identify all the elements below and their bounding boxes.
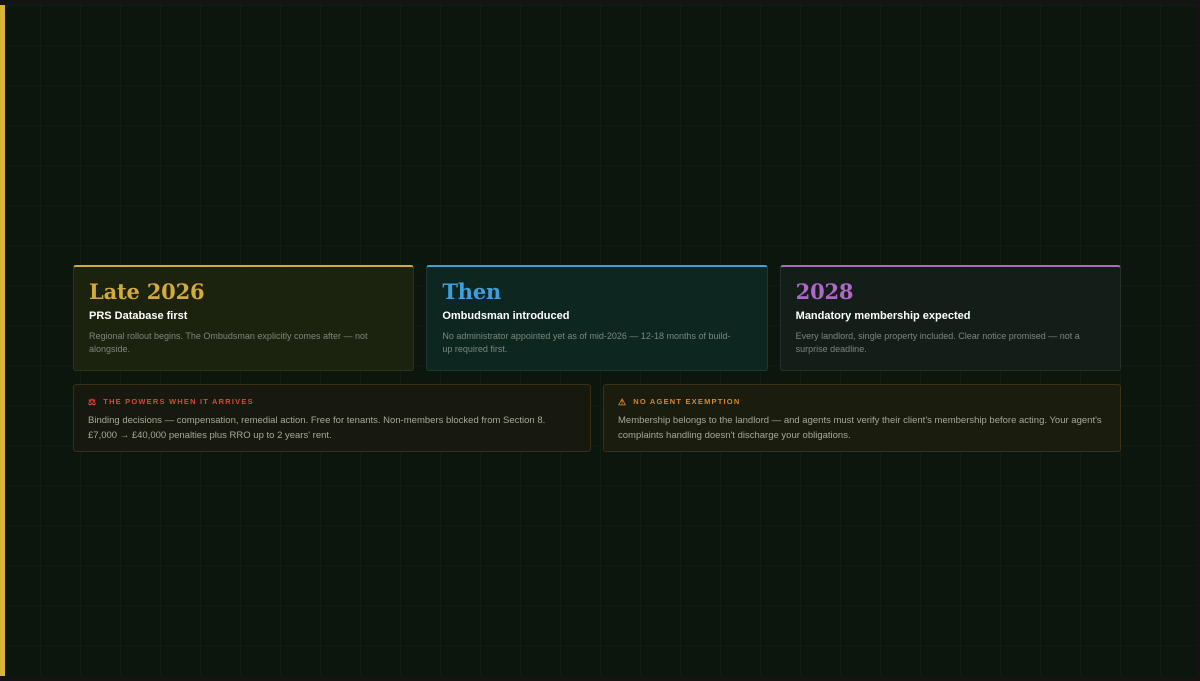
timeline-card-late-2026: Late 2026 PRS Database first Regional ro… xyxy=(73,265,415,371)
card-description: Every landlord, single property included… xyxy=(795,331,1080,354)
card-heading: Late 2026 xyxy=(89,279,205,304)
card-title: Mandatory membership expected xyxy=(795,310,971,322)
warning-icon: ⚠ xyxy=(618,397,628,407)
card-title: Ombudsman introduced xyxy=(442,310,570,322)
card-heading: 2028 xyxy=(795,279,854,304)
info-notes: ⚖ THE POWERS WHEN IT ARRIVES Binding dec… xyxy=(73,384,1121,452)
timeline-card-2028: 2028 Mandatory membership expected Every… xyxy=(779,265,1121,371)
note-text: Membership belongs to the landlord — and… xyxy=(618,415,1102,441)
card-description: Regional rollout begins. The Ombudsman e… xyxy=(89,331,368,354)
card-description: No administrator appointed yet as of mid… xyxy=(442,331,731,354)
note-no-agent-exemption: ⚠ NO AGENT EXEMPTION Membership belongs … xyxy=(603,384,1121,452)
note-label-text: NO AGENT EXEMPTION xyxy=(633,397,741,406)
note-powers: ⚖ THE POWERS WHEN IT ARRIVES Binding dec… xyxy=(73,384,591,452)
slide-canvas: Late 2026 PRS Database first Regional ro… xyxy=(0,5,1196,676)
note-label: ⚠ NO AGENT EXEMPTION xyxy=(618,397,1106,407)
note-label: ⚖ THE POWERS WHEN IT ARRIVES xyxy=(88,397,576,407)
timeline-card-then: Then Ombudsman introduced No administrat… xyxy=(426,265,768,371)
note-text: Binding decisions — compensation, remedi… xyxy=(88,415,546,441)
gavel-icon: ⚖ xyxy=(88,397,98,407)
left-accent-bar xyxy=(0,5,5,676)
card-heading: Then xyxy=(442,279,502,304)
timeline-cards: Late 2026 PRS Database first Regional ro… xyxy=(73,265,1121,371)
note-label-text: THE POWERS WHEN IT ARRIVES xyxy=(103,397,254,406)
card-title: PRS Database first xyxy=(89,310,188,322)
